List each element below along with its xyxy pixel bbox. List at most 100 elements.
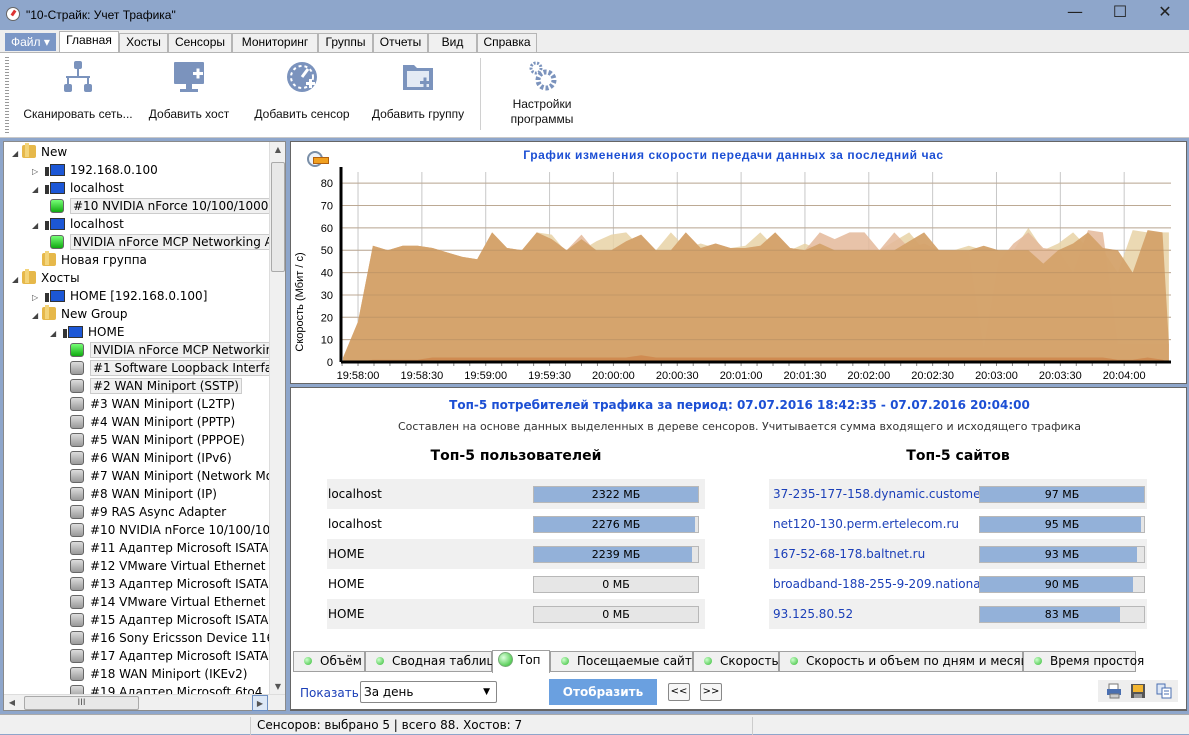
tree-vertical-scrollbar[interactable]: ▲ ▼ [269,142,285,695]
tree-node-host[interactable]: ◢ localhost [32,215,124,233]
top-site-name[interactable]: 167-52-68-178.baltnet.ru [773,539,979,569]
tab-label: Скорость [720,654,779,668]
scroll-right-arrow[interactable]: ▶ [252,695,268,711]
tree-node-sensor[interactable]: #15 Адаптер Microsoft ISATAP [70,611,271,629]
tree-node-sensor[interactable]: #3 WAN Miniport (L2TP) [70,395,235,413]
close-button[interactable]: ✕ [1150,2,1180,24]
tree-node-host[interactable]: ◢ localhost [32,179,124,197]
tree-node-sensor[interactable]: #10 NVIDIA nForce 10/100/1000 Mb [50,197,271,215]
minimize-button[interactable]: — [1060,2,1090,24]
tree-node-folder[interactable]: ◢ Хосты [12,269,80,287]
collapse-arrow-icon[interactable]: ◢ [12,145,22,163]
tree-node-sensor[interactable]: #18 WAN Miniport (IKEv2) [70,665,247,683]
tab-hosts[interactable]: Хосты [119,33,168,52]
tree-node-sensor[interactable]: NVIDIA nForce MCP Networking Ad [50,233,271,251]
tab-view[interactable]: Вид [428,33,477,52]
tree-node-sensor[interactable]: #14 VMware Virtual Ethernet Ac [70,593,271,611]
tree-node-sensor[interactable]: #1 Software Loopback Interface [70,359,271,377]
tab-home[interactable]: Главная [59,31,119,53]
scroll-down-arrow[interactable]: ▼ [270,679,286,695]
tab-reports[interactable]: Отчеты [373,33,428,52]
collapse-arrow-icon[interactable]: ◢ [32,217,42,235]
horizontal-scroll-thumb[interactable]: III [24,696,139,710]
period-select[interactable]: За день ▼ [360,681,497,703]
tree-node-folder[interactable]: Новая группа [32,251,147,269]
tree-node-sensor[interactable]: #12 VMware Virtual Ethernet Ac [70,557,271,575]
next-period-button[interactable]: >> [700,683,722,701]
top-site-name[interactable]: broadband-188-255-9-209.nationalcabl [773,569,979,599]
tree-node-sensor[interactable]: #16 Sony Ericsson Device 116 U [70,629,271,647]
scan-network-button[interactable]: Сканировать сеть... [22,59,134,122]
tree-node-sensor[interactable]: #17 Адаптер Microsoft ISATAP [70,647,271,665]
display-button[interactable]: Отобразить [549,679,657,705]
tab-monitoring[interactable]: Мониторинг [232,33,318,52]
collapse-arrow-icon[interactable]: ◢ [32,307,42,325]
copy-icon[interactable] [1156,683,1172,699]
tree-node-folder[interactable]: ◢ New [12,143,67,161]
tree-node-sensor[interactable]: #7 WAN Miniport (Network Mo [70,467,271,485]
x-tick-label: 20:00:30 [656,370,699,382]
tree-node-host[interactable]: ▷ HOME [192.168.0.100] [32,287,207,305]
previous-period-button[interactable]: << [668,683,690,701]
tree-node-sensor[interactable]: #2 WAN Miniport (SSTP) [70,377,242,395]
tab-downtime[interactable]: Время простоя [1023,651,1144,672]
tree-node-sensor[interactable]: #10 NVIDIA nForce 10/100/1000 [70,521,271,539]
top-user-value: 2239 МБ [591,548,641,561]
tab-visited-sites[interactable]: Посещаемые сайты [550,651,701,672]
tab-summary-table[interactable]: Сводная таблица [365,651,502,672]
add-group-button[interactable]: Добавить группу [368,59,468,122]
tree-node-sensor[interactable]: #9 RAS Async Adapter [70,503,226,521]
sensor-status-icon [70,361,84,375]
top-site-name[interactable]: net120-130.perm.ertelecom.ru [773,509,979,539]
tree-horizontal-scrollbar[interactable]: ◀ III ▶ [4,694,285,711]
tree-node-host[interactable]: ▷ 192.168.0.100 [32,161,158,179]
print-icon[interactable] [1106,683,1122,699]
y-axis-label: Скорость (Мбит / с) [294,252,306,351]
add-sensor-button[interactable]: Добавить сенсор [252,59,352,122]
tab-help[interactable]: Справка [477,33,537,52]
top-site-name[interactable]: 93.125.80.52 [773,599,979,629]
tree-node-sensor[interactable]: #4 WAN Miniport (PPTP) [70,413,235,431]
status-dot-icon [704,657,712,665]
file-menu-button[interactable]: Файл ▾ [5,33,56,51]
tab-label: Объём [320,654,362,668]
sensor-status-icon [70,559,84,573]
tree-node-sensor[interactable]: #11 Адаптер Microsoft ISATAP [70,539,271,557]
status-dot-icon [790,657,798,665]
program-settings-button[interactable]: Настройки программы [500,59,584,127]
tree-node-sensor[interactable]: #6 WAN Miniport (IPv6) [70,449,232,467]
tab-top[interactable]: Топ [492,650,550,674]
tab-sensors[interactable]: Сенсоры [168,33,232,52]
tree-node-folder[interactable]: ◢ New Group [32,305,128,323]
top-site-row: net120-130.perm.ertelecom.ru 95 МБ [769,509,1147,539]
tab-speed-volume-days-months[interactable]: Скорость и объем по дням и месяцам [779,651,1045,672]
collapse-arrow-icon[interactable]: ◢ [32,181,42,199]
tree-node-sensor[interactable]: NVIDIA nForce MCP Networkin [70,341,271,359]
add-host-button[interactable]: Добавить хост [146,59,232,122]
top-user-row: HOME 0 МБ [327,599,705,629]
collapse-arrow-icon[interactable]: ◢ [50,325,60,343]
top-users-title: Топ-5 пользователей [430,448,602,464]
scroll-left-arrow[interactable]: ◀ [4,695,20,711]
top-site-bar: 95 МБ [979,516,1145,533]
tree-node-sensor[interactable]: #13 Адаптер Microsoft ISATAP [70,575,271,593]
tab-groups[interactable]: Группы [318,33,373,52]
tree-node-label: #12 VMware Virtual Ethernet Ac [90,559,271,573]
tab-label: Скорость и объем по дням и месяцам [806,654,1046,668]
collapse-arrow-icon[interactable]: ◢ [12,271,22,289]
status-text: Сенсоров: выбрано 5 | всего 88. Хостов: … [250,717,754,735]
top-site-value: 90 МБ [1044,578,1080,591]
computer-icon [45,290,65,302]
scroll-up-arrow[interactable]: ▲ [270,142,286,158]
tab-volume[interactable]: Объём [293,651,365,672]
tree-node-sensor[interactable]: #8 WAN Miniport (IP) [70,485,217,503]
title-bar: "10-Страйк: Учет Трафика" — ☐ ✕ [0,0,1189,30]
sensor-tree[interactable]: ◢ New ▷ 192.168.0.100 ◢ localhost #10 NVIDIA n… [4,142,271,695]
tree-node-sensor[interactable]: #5 WAN Miniport (PPPOE) [70,431,245,449]
save-icon[interactable] [1130,683,1146,699]
tree-node-host[interactable]: ◢ HOME [50,323,124,341]
top-site-name[interactable]: 37-235-177-158.dynamic.customer.lant [773,479,979,509]
vertical-scroll-thumb[interactable] [271,162,285,272]
tab-speed[interactable]: Скорость [693,651,779,672]
maximize-button[interactable]: ☐ [1105,2,1135,24]
